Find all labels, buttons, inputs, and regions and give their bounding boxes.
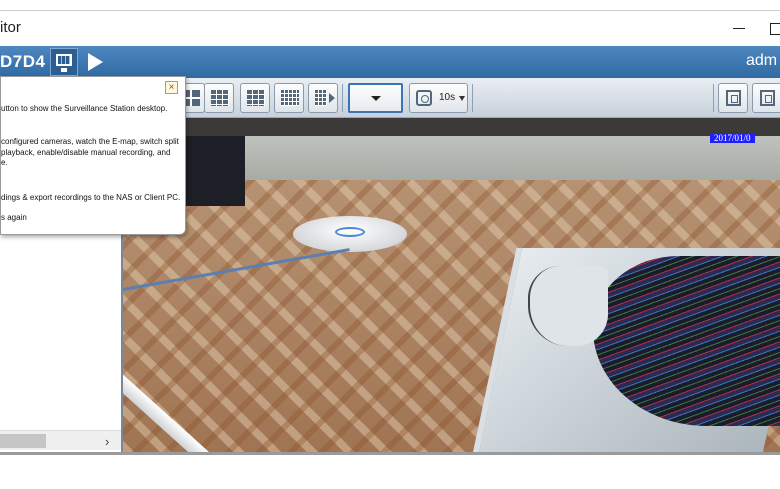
sidebar-horizontal-scrollbar[interactable]: › bbox=[0, 430, 121, 450]
cycle-icon bbox=[416, 90, 432, 106]
layout-5x5-button[interactable] bbox=[274, 83, 304, 113]
play-icon[interactable] bbox=[88, 53, 103, 71]
layout-4x4-button[interactable] bbox=[240, 83, 270, 113]
panel-toggle-icon bbox=[760, 90, 775, 106]
window-title: itor bbox=[0, 19, 21, 36]
close-icon[interactable]: × bbox=[165, 81, 178, 94]
help-tooltip: × utton to show the Surveillance Station… bbox=[0, 76, 186, 235]
caret-down-icon bbox=[459, 96, 465, 101]
tooltip-text: dings & export recordings to the NAS or … bbox=[1, 193, 181, 202]
layout-3x3-button[interactable] bbox=[204, 83, 234, 113]
maximize-button[interactable] bbox=[770, 23, 780, 35]
camera-live-view[interactable]: 2017/01/0 bbox=[123, 118, 780, 452]
tooltip-text: configured cameras, watch the E-map, swi… bbox=[1, 137, 179, 146]
interval-label: 10s bbox=[439, 92, 456, 103]
monitor-stand bbox=[61, 68, 67, 72]
monitor-button[interactable] bbox=[50, 48, 78, 76]
tooltip-text: utton to show the Surveillance Station d… bbox=[1, 104, 168, 113]
toolbar-separator bbox=[713, 84, 714, 112]
patrol-interval-button[interactable]: 10s bbox=[409, 83, 468, 113]
layout-dropdown[interactable] bbox=[348, 83, 403, 113]
monitor-icon bbox=[56, 54, 72, 66]
window-mode-button[interactable] bbox=[718, 83, 748, 113]
tooltip-text: e. bbox=[1, 158, 8, 167]
scene-led-ring bbox=[335, 227, 365, 237]
grid-more-icon bbox=[315, 90, 327, 106]
toolbar-separator bbox=[342, 84, 343, 112]
app-header-bar: D7D4 adm bbox=[0, 46, 780, 78]
scene-access-point bbox=[293, 216, 407, 252]
scene-top-strip bbox=[123, 118, 780, 136]
grid-5x5-icon bbox=[281, 90, 299, 106]
tooltip-text: s again bbox=[1, 213, 27, 222]
video-timestamp: 2017/01/0 bbox=[710, 134, 755, 143]
tooltip-text: playback, enable/disable manual recordin… bbox=[1, 148, 171, 157]
arrow-right-icon bbox=[329, 93, 335, 103]
scene-painting-face bbox=[528, 266, 608, 346]
caret-down-icon bbox=[371, 96, 381, 101]
toolbar-separator bbox=[472, 84, 473, 112]
window-bottom-border bbox=[0, 452, 780, 455]
scroll-right-icon[interactable]: › bbox=[105, 434, 109, 449]
scrollbar-thumb[interactable] bbox=[0, 434, 46, 448]
layout-more-button[interactable] bbox=[308, 83, 338, 113]
surveillance-monitor-window: itor D7D4 adm 10s › 2017/01/0 × utton to… bbox=[0, 0, 780, 489]
user-name[interactable]: adm bbox=[746, 52, 777, 70]
panel-toggle-button[interactable] bbox=[752, 83, 780, 113]
server-name: D7D4 bbox=[0, 52, 46, 71]
window-titlebar: itor bbox=[0, 10, 780, 46]
window-mode-icon bbox=[726, 90, 741, 106]
grid-4x4-icon bbox=[247, 90, 265, 106]
minimize-button[interactable] bbox=[728, 17, 752, 41]
grid-3x3-icon bbox=[211, 90, 229, 106]
